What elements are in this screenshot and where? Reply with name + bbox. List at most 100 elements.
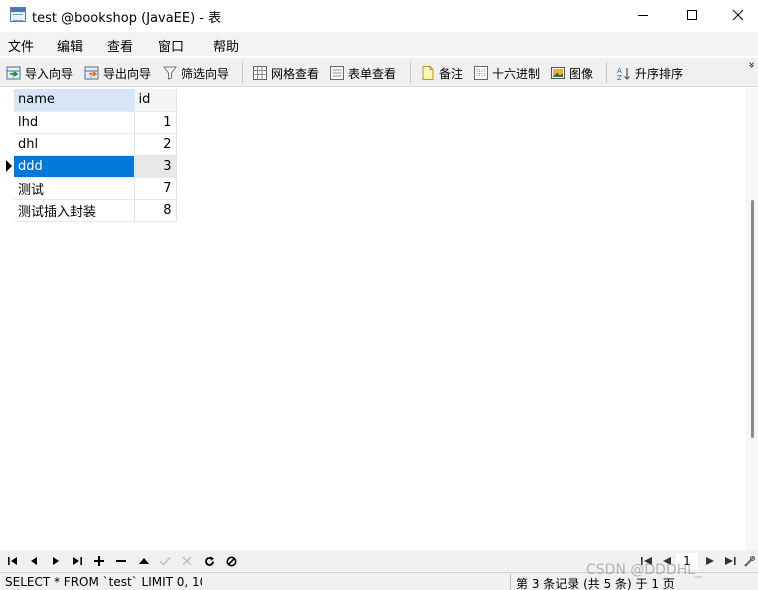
- vertical-scrollbar[interactable]: [746, 88, 758, 550]
- export-icon: [84, 66, 99, 80]
- cell-name[interactable]: 测试插入封装: [14, 199, 135, 222]
- menu-file[interactable]: 文件: [8, 36, 34, 55]
- menu-help[interactable]: 帮助: [213, 36, 239, 55]
- row-indicator[interactable]: [4, 111, 14, 133]
- column-header-id[interactable]: id: [134, 89, 177, 112]
- grid-header-row: name id: [4, 89, 177, 112]
- minus-icon: [116, 560, 126, 562]
- title-bar: test @bookshop (JavaEE) - 表: [0, 0, 758, 30]
- first-record-button[interactable]: [6, 554, 20, 568]
- check-icon: [159, 556, 171, 566]
- previous-record-button[interactable]: [27, 554, 41, 568]
- toolbar-separator: [242, 62, 243, 83]
- minimize-button[interactable]: [620, 0, 666, 30]
- stop-icon: [226, 556, 236, 566]
- last-page-icon: [725, 557, 736, 565]
- close-button[interactable]: [715, 0, 758, 30]
- filter-icon: [163, 66, 177, 80]
- table-row[interactable]: 测试插入封装 8: [4, 199, 177, 222]
- toolbar-separator: [606, 62, 607, 83]
- filter-wizard-button[interactable]: 筛选向导: [162, 63, 229, 83]
- hex-icon: [474, 66, 488, 80]
- status-separator: [510, 574, 511, 590]
- minimize-icon: [638, 15, 648, 16]
- export-wizard-button[interactable]: 导出向导: [84, 63, 151, 83]
- grid-icon: [253, 66, 267, 80]
- image-button[interactable]: 图像: [550, 63, 593, 83]
- cell-id[interactable]: 8: [134, 199, 177, 222]
- cell-name[interactable]: dhl: [14, 133, 135, 156]
- cell-id[interactable]: 7: [134, 177, 177, 200]
- row-indicator[interactable]: [4, 155, 14, 177]
- table-row-selected[interactable]: ddd 3: [4, 155, 177, 178]
- add-record-button[interactable]: [92, 554, 106, 568]
- hex-label: 十六进制: [492, 66, 541, 81]
- column-header-name[interactable]: name: [14, 89, 135, 112]
- next-record-button[interactable]: [49, 554, 63, 568]
- cell-name[interactable]: lhd: [14, 111, 135, 134]
- memo-label: 备注: [439, 66, 464, 81]
- memo-icon: [422, 66, 434, 80]
- table-row[interactable]: 测试 7: [4, 177, 177, 200]
- form-view-label: 表单查看: [348, 66, 397, 81]
- table-row[interactable]: dhl 2: [4, 133, 177, 156]
- data-grid[interactable]: name id lhd 1 dhl 2 ddd 3 测试 7 测试插入封装 8: [0, 88, 746, 550]
- triangle-up-icon: [139, 558, 149, 564]
- table-row[interactable]: lhd 1: [4, 111, 177, 134]
- toolbar-separator: [410, 62, 411, 83]
- delete-record-button[interactable]: [114, 554, 128, 568]
- sort-ascending-button[interactable]: A Z 升序排序: [616, 63, 683, 83]
- apply-changes-button[interactable]: [137, 554, 151, 568]
- form-icon: [330, 66, 344, 80]
- wrench-icon: [743, 555, 755, 567]
- scrollbar-thumb[interactable]: [751, 200, 754, 438]
- export-wizard-label: 导出向导: [103, 66, 152, 81]
- next-page-button[interactable]: [703, 554, 717, 568]
- last-page-button[interactable]: [723, 554, 737, 568]
- post-edit-button: [158, 554, 172, 568]
- watermark: CSDN @DDDHL_: [586, 562, 703, 578]
- import-icon: [6, 66, 21, 80]
- grid-view-label: 网格查看: [271, 66, 320, 81]
- import-wizard-label: 导入向导: [25, 66, 74, 81]
- cell-name[interactable]: ddd: [14, 155, 135, 178]
- row-indicator[interactable]: [4, 199, 14, 221]
- svg-text:Z: Z: [617, 74, 622, 81]
- grid-view-button[interactable]: 网格查看: [252, 63, 319, 83]
- row-indicator[interactable]: [4, 133, 14, 155]
- maximize-icon: [687, 10, 697, 20]
- menu-view[interactable]: 查看: [107, 36, 133, 55]
- page-settings-button[interactable]: [742, 554, 756, 568]
- toolbar: 导入向导 导出向导 筛选向导 网格查看 表单查看 备注 十六进制 图像 A Z …: [0, 58, 758, 87]
- refresh-button[interactable]: [202, 554, 216, 568]
- next-icon: [53, 557, 59, 565]
- previous-icon: [31, 557, 37, 565]
- maximize-button[interactable]: [669, 0, 715, 30]
- cell-id[interactable]: 3: [134, 155, 177, 178]
- menu-edit[interactable]: 编辑: [57, 36, 83, 55]
- memo-button[interactable]: 备注: [420, 63, 463, 83]
- cell-name[interactable]: 测试: [14, 177, 135, 200]
- last-record-button[interactable]: [70, 554, 84, 568]
- plus-icon: [94, 556, 104, 566]
- hex-button[interactable]: 十六进制: [473, 63, 540, 83]
- current-row-arrow-icon: [6, 160, 12, 172]
- close-icon: [732, 9, 744, 21]
- cancel-edit-button: [180, 554, 194, 568]
- table-app-icon: [10, 7, 26, 22]
- cell-id[interactable]: 1: [134, 111, 177, 134]
- filter-wizard-label: 筛选向导: [181, 66, 230, 81]
- grid-table: name id lhd 1 dhl 2 ddd 3 测试 7 测试插入封装 8: [4, 89, 177, 222]
- menu-window[interactable]: 窗口: [158, 36, 184, 55]
- form-view-button[interactable]: 表单查看: [329, 63, 396, 83]
- toolbar-overflow-button[interactable]: »: [746, 60, 758, 71]
- cell-id[interactable]: 2: [134, 133, 177, 156]
- last-icon: [73, 557, 82, 565]
- stop-button[interactable]: [224, 554, 238, 568]
- sort-ascending-label: 升序排序: [635, 66, 684, 81]
- status-sql-text: SELECT * FROM `test` LIMIT 0, 1000: [5, 575, 202, 589]
- cancel-icon: [182, 556, 192, 566]
- row-indicator[interactable]: [4, 177, 14, 199]
- import-wizard-button[interactable]: 导入向导: [6, 63, 73, 83]
- first-icon: [8, 557, 17, 565]
